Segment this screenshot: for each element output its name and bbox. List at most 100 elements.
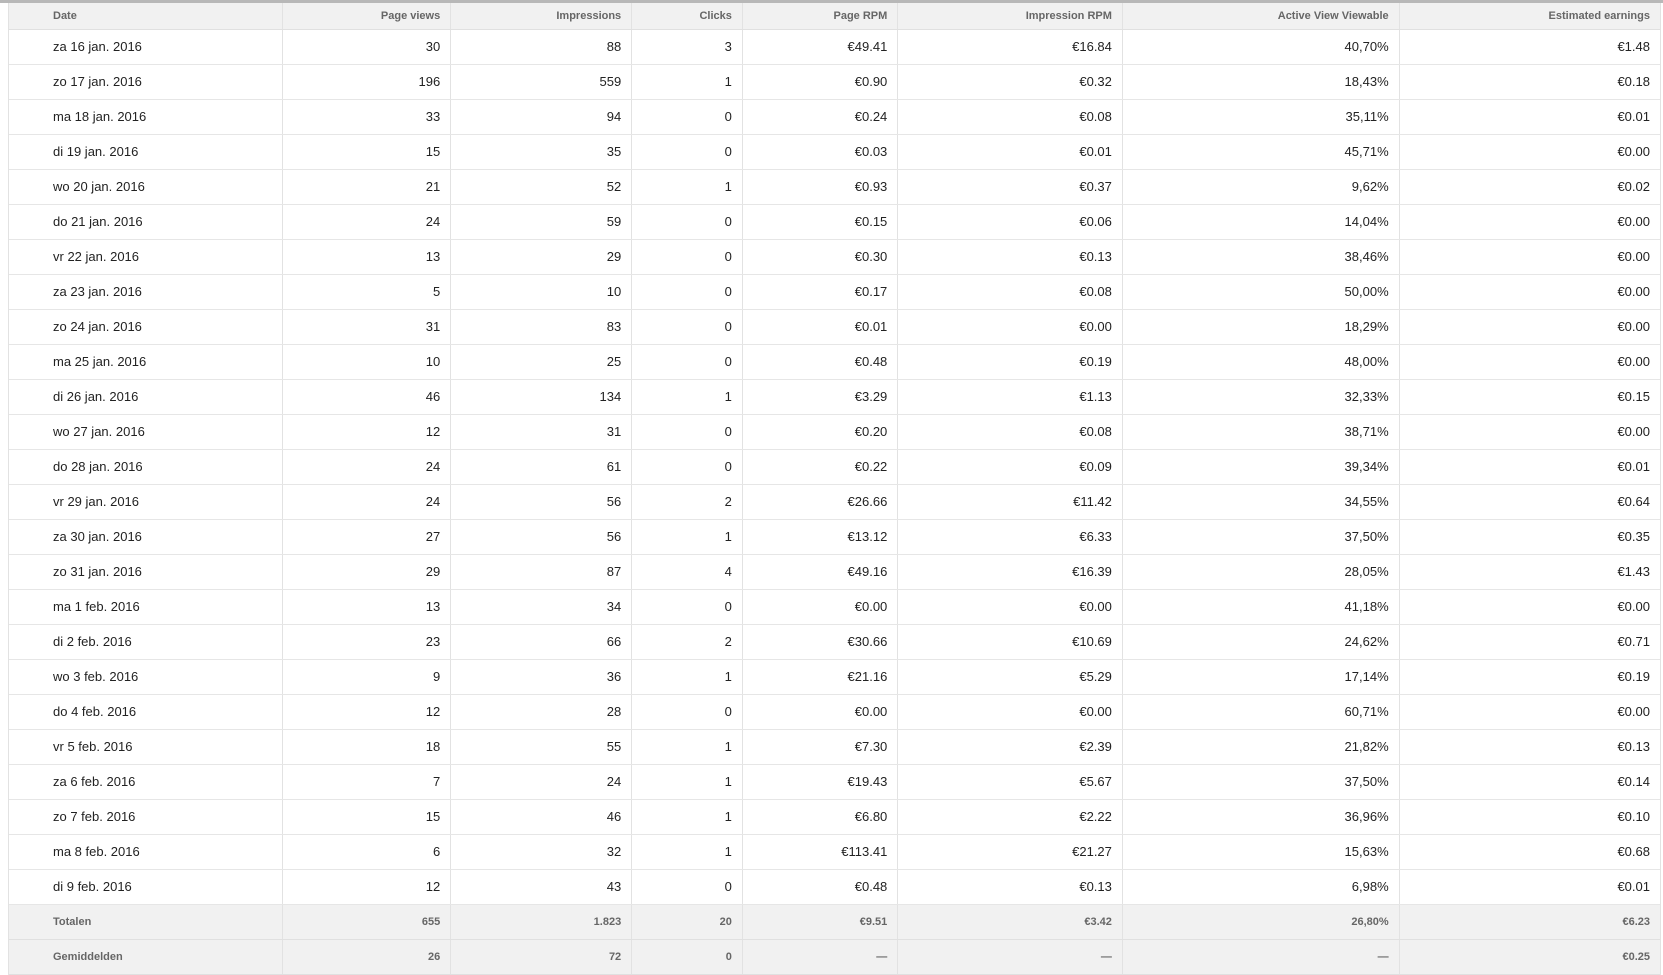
cell-page-rpm: €0.48 bbox=[742, 869, 899, 905]
column-header-impression-rpm[interactable]: Impression RPM bbox=[897, 3, 1123, 30]
cell-clicks: 1 bbox=[631, 659, 743, 695]
cell-page-rpm: €0.00 bbox=[742, 694, 899, 730]
cell-active-view-viewable: 18,43% bbox=[1122, 64, 1400, 100]
column-header-date[interactable]: Date bbox=[9, 3, 284, 30]
cell-impression-rpm: €21.27 bbox=[897, 834, 1123, 870]
cell-date: zo 31 jan. 2016 bbox=[9, 554, 284, 590]
cell-date: zo 7 feb. 2016 bbox=[9, 799, 284, 835]
cell-page-rpm: €0.03 bbox=[742, 134, 899, 170]
cell-active-view-viewable: 45,71% bbox=[1122, 134, 1400, 170]
cell-impression-rpm: €0.06 bbox=[897, 204, 1123, 240]
cell-active-view-viewable: 18,29% bbox=[1122, 309, 1400, 345]
table-row: zo 17 jan. 2016 196 559 1 €0.90 €0.32 18,43% €0… bbox=[9, 64, 1660, 100]
table-row: za 23 jan. 2016 5 10 0 €0.17 €0.08 50,00% €0.00 bbox=[9, 274, 1660, 310]
cell-impression-rpm: €0.00 bbox=[897, 309, 1123, 345]
cell-active-view-viewable: 50,00% bbox=[1122, 274, 1400, 310]
cell-page-rpm: €3.29 bbox=[742, 379, 899, 415]
averages-page-rpm: — bbox=[742, 939, 899, 975]
cell-active-view-viewable: 32,33% bbox=[1122, 379, 1400, 415]
table-row: vr 29 jan. 2016 24 56 2 €26.66 €11.42 34,55% €0… bbox=[9, 484, 1660, 520]
cell-impressions: 52 bbox=[450, 169, 633, 205]
cell-active-view-viewable: 9,62% bbox=[1122, 169, 1400, 205]
cell-clicks: 0 bbox=[631, 204, 743, 240]
cell-clicks: 0 bbox=[631, 134, 743, 170]
cell-estimated-earnings: €0.14 bbox=[1399, 764, 1660, 800]
table-row: zo 31 jan. 2016 29 87 4 €49.16 €16.39 28,05% €1… bbox=[9, 554, 1660, 590]
column-header-active-view-viewable[interactable]: Active View Viewable bbox=[1122, 3, 1400, 30]
cell-active-view-viewable: 40,70% bbox=[1122, 29, 1400, 65]
cell-estimated-earnings: €0.10 bbox=[1399, 799, 1660, 835]
cell-page-rpm: €0.15 bbox=[742, 204, 899, 240]
cell-page-views: 23 bbox=[282, 624, 452, 660]
cell-estimated-earnings: €0.00 bbox=[1399, 134, 1660, 170]
cell-active-view-viewable: 6,98% bbox=[1122, 869, 1400, 905]
table-row: ma 25 jan. 2016 10 25 0 €0.48 €0.19 48,00% €0.0… bbox=[9, 344, 1660, 380]
cell-impressions: 35 bbox=[450, 134, 633, 170]
cell-active-view-viewable: 37,50% bbox=[1122, 519, 1400, 555]
cell-estimated-earnings: €0.00 bbox=[1399, 239, 1660, 275]
cell-page-rpm: €21.16 bbox=[742, 659, 899, 695]
cell-impression-rpm: €0.19 bbox=[897, 344, 1123, 380]
table-row: vr 5 feb. 2016 18 55 1 €7.30 €2.39 21,82% €0.13 bbox=[9, 729, 1660, 765]
cell-impression-rpm: €10.69 bbox=[897, 624, 1123, 660]
cell-impression-rpm: €2.22 bbox=[897, 799, 1123, 835]
cell-estimated-earnings: €0.64 bbox=[1399, 484, 1660, 520]
cell-clicks: 1 bbox=[631, 169, 743, 205]
cell-impression-rpm: €16.39 bbox=[897, 554, 1123, 590]
cell-impressions: 31 bbox=[450, 414, 633, 450]
totals-date: Totalen bbox=[9, 904, 284, 940]
cell-impression-rpm: €0.32 bbox=[897, 64, 1123, 100]
table-row: ma 1 feb. 2016 13 34 0 €0.00 €0.00 41,18% €0.00 bbox=[9, 589, 1660, 625]
cell-page-views: 9 bbox=[282, 659, 452, 695]
table-row: zo 7 feb. 2016 15 46 1 €6.80 €2.22 36,96% €0.10 bbox=[9, 799, 1660, 835]
cell-estimated-earnings: €0.19 bbox=[1399, 659, 1660, 695]
cell-page-views: 18 bbox=[282, 729, 452, 765]
cell-page-views: 7 bbox=[282, 764, 452, 800]
column-header-page-views[interactable]: Page views bbox=[282, 3, 452, 30]
cell-date: za 16 jan. 2016 bbox=[9, 29, 284, 65]
cell-date: di 19 jan. 2016 bbox=[9, 134, 284, 170]
cell-page-views: 27 bbox=[282, 519, 452, 555]
cell-impressions: 24 bbox=[450, 764, 633, 800]
cell-page-views: 24 bbox=[282, 449, 452, 485]
cell-date: do 4 feb. 2016 bbox=[9, 694, 284, 730]
cell-estimated-earnings: €0.00 bbox=[1399, 344, 1660, 380]
cell-page-rpm: €0.22 bbox=[742, 449, 899, 485]
cell-impressions: 559 bbox=[450, 64, 633, 100]
cell-active-view-viewable: 17,14% bbox=[1122, 659, 1400, 695]
cell-clicks: 1 bbox=[631, 834, 743, 870]
cell-active-view-viewable: 38,46% bbox=[1122, 239, 1400, 275]
cell-clicks: 2 bbox=[631, 484, 743, 520]
cell-clicks: 0 bbox=[631, 869, 743, 905]
column-header-page-rpm[interactable]: Page RPM bbox=[742, 3, 899, 30]
column-header-estimated-earnings[interactable]: Estimated earnings bbox=[1399, 3, 1660, 30]
cell-estimated-earnings: €0.35 bbox=[1399, 519, 1660, 555]
cell-page-views: 13 bbox=[282, 589, 452, 625]
averages-estimated-earnings: €0.25 bbox=[1399, 939, 1660, 975]
cell-page-views: 15 bbox=[282, 799, 452, 835]
cell-page-views: 10 bbox=[282, 344, 452, 380]
column-header-clicks[interactable]: Clicks bbox=[631, 3, 743, 30]
cell-estimated-earnings: €0.00 bbox=[1399, 204, 1660, 240]
table-row: wo 3 feb. 2016 9 36 1 €21.16 €5.29 17,14% €0.19 bbox=[9, 659, 1660, 695]
cell-page-views: 31 bbox=[282, 309, 452, 345]
averages-date: Gemiddelden bbox=[9, 939, 284, 975]
cell-active-view-viewable: 14,04% bbox=[1122, 204, 1400, 240]
cell-date: ma 25 jan. 2016 bbox=[9, 344, 284, 380]
cell-page-views: 33 bbox=[282, 99, 452, 135]
cell-impressions: 56 bbox=[450, 484, 633, 520]
cell-page-views: 15 bbox=[282, 134, 452, 170]
cell-date: ma 1 feb. 2016 bbox=[9, 589, 284, 625]
cell-impressions: 87 bbox=[450, 554, 633, 590]
cell-impression-rpm: €11.42 bbox=[897, 484, 1123, 520]
report-table-container: Date Page views Impressions Clicks Page RPM I… bbox=[8, 3, 1661, 975]
table-row: di 2 feb. 2016 23 66 2 €30.66 €10.69 24,62% €0.… bbox=[9, 624, 1660, 660]
cell-impression-rpm: €0.01 bbox=[897, 134, 1123, 170]
cell-impression-rpm: €0.13 bbox=[897, 239, 1123, 275]
cell-active-view-viewable: 28,05% bbox=[1122, 554, 1400, 590]
cell-clicks: 0 bbox=[631, 694, 743, 730]
column-header-impressions[interactable]: Impressions bbox=[450, 3, 633, 30]
cell-active-view-viewable: 48,00% bbox=[1122, 344, 1400, 380]
cell-date: di 2 feb. 2016 bbox=[9, 624, 284, 660]
cell-estimated-earnings: €0.02 bbox=[1399, 169, 1660, 205]
